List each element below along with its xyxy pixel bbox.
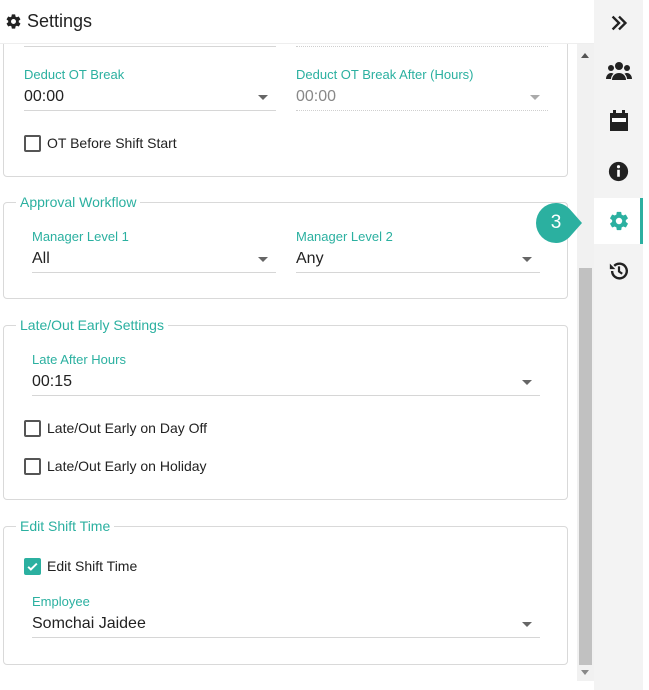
field-value: 00:00 [296, 88, 337, 105]
right-icon-rail [594, 0, 643, 690]
chevron-down-icon [522, 622, 532, 627]
expand-button[interactable] [594, 0, 643, 46]
field-value: Somchai Jaidee [32, 615, 146, 632]
checkbox-label: OT Before Shift Start [47, 135, 177, 151]
manager-level-1-select[interactable]: Manager Level 1 All [32, 229, 276, 273]
edit-shift-time-checkbox[interactable]: Edit Shift Time [24, 556, 137, 576]
checkbox-label: Late/Out Early on Holiday [47, 458, 207, 474]
chevron-down-icon [258, 95, 268, 100]
group-legend: Edit Shift Time [16, 517, 115, 535]
late-day-off-checkbox[interactable]: Late/Out Early on Day Off [24, 418, 207, 438]
approval-workflow-group: Approval Workflow Manager Level 1 All Ma… [3, 193, 568, 299]
field-label: Deduct OT Break After (Hours) [296, 67, 474, 82]
group-legend: Late/Out Early Settings [16, 316, 168, 334]
field-value: All [32, 250, 50, 267]
history-icon [609, 262, 628, 280]
settings-panel: Settings Deduct OT Break 00:00 Deduct OT… [0, 0, 594, 690]
chevron-down-icon [522, 380, 532, 385]
chevron-down-icon [530, 95, 540, 100]
settings-icon [609, 211, 628, 231]
field-label: Manager Level 2 [296, 229, 393, 244]
checkbox-label: Edit Shift Time [47, 558, 138, 574]
ot-settings-group: Deduct OT Break 00:00 Deduct OT Break Af… [3, 44, 568, 177]
late-holiday-checkbox[interactable]: Late/Out Early on Holiday [24, 456, 207, 476]
checkbox-box[interactable] [24, 419, 41, 437]
scroll-up-arrow[interactable] [581, 53, 589, 58]
gear-icon [6, 14, 21, 29]
previous-field-remnant-2 [296, 44, 548, 47]
checkbox-box[interactable] [24, 134, 41, 152]
step-callout-number: 3 [550, 212, 562, 233]
manager-level-2-select[interactable]: Manager Level 2 Any [296, 229, 540, 273]
field-label: Deduct OT Break [24, 67, 125, 82]
group-legend: Approval Workflow [16, 193, 141, 211]
check-icon [27, 562, 38, 571]
panel-header: Settings [0, 0, 594, 44]
deduct-ot-break-select[interactable]: Deduct OT Break 00:00 [24, 67, 276, 111]
chevron-down-icon [522, 257, 532, 262]
late-after-hours-select[interactable]: Late After Hours 00:15 [32, 352, 540, 396]
history-button[interactable] [594, 248, 643, 294]
field-label: Manager Level 1 [32, 229, 129, 244]
deduct-ot-break-after-select[interactable]: Deduct OT Break After (Hours) 00:00 [296, 67, 548, 111]
info-button[interactable] [594, 148, 643, 194]
info-icon [608, 161, 629, 181]
chevron-down-icon [258, 257, 268, 262]
previous-field-remnant [24, 44, 276, 47]
employee-select[interactable]: Employee Somchai Jaidee [32, 594, 540, 638]
calendar-icon [609, 110, 628, 131]
page-title: Settings [27, 11, 93, 31]
edit-shift-time-group: Edit Shift Time Edit Shift Time Employee… [3, 517, 568, 665]
field-label: Employee [32, 594, 90, 609]
settings-content: Deduct OT Break 00:00 Deduct OT Break Af… [0, 44, 577, 690]
calendar-button[interactable] [594, 98, 643, 144]
team-icon [605, 62, 632, 80]
ot-before-shift-start-checkbox[interactable]: OT Before Shift Start [24, 133, 177, 153]
late-out-early-group: Late/Out Early Settings Late After Hours… [3, 316, 568, 500]
field-value: 00:15 [32, 373, 73, 390]
vertical-scrollbar[interactable] [577, 44, 594, 681]
checkbox-box[interactable] [24, 457, 41, 475]
expand-icon [611, 15, 627, 31]
field-value: Any [296, 250, 324, 267]
team-button[interactable] [594, 48, 643, 94]
checkbox-box[interactable] [24, 557, 41, 575]
field-value: 00:00 [24, 88, 65, 105]
scrollbar-thumb[interactable] [579, 268, 592, 665]
field-label: Late After Hours [32, 352, 126, 367]
settings-button[interactable] [594, 198, 643, 244]
scroll-down-arrow[interactable] [581, 670, 589, 675]
checkbox-label: Late/Out Early on Day Off [47, 420, 208, 436]
